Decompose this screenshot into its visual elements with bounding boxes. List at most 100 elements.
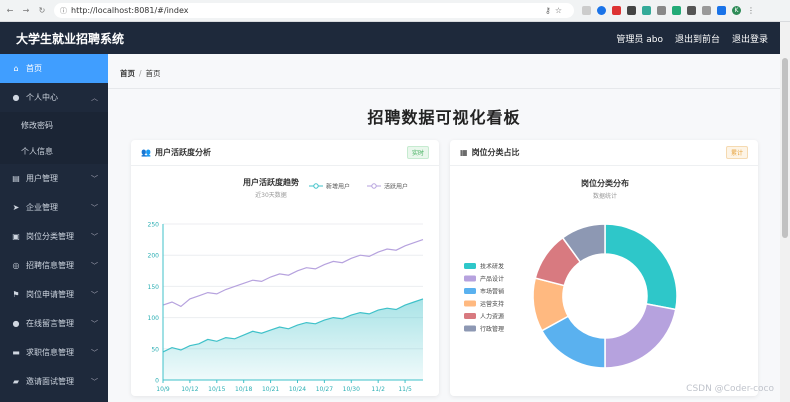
sidebar-subitem-personal-info[interactable]: 个人信息 <box>0 138 108 164</box>
card-title: 岗位分类占比 <box>471 148 520 157</box>
activity-line-chart: 用户活跃度趋势 近30天数据 新增用户 活跃用户 0 50 100 150 200 250 1… <box>148 177 424 393</box>
sidebar-item-label: 个人信息 <box>21 146 53 156</box>
breadcrumb-root[interactable]: 首页 <box>120 69 135 78</box>
chat-icon: ▰ <box>12 377 20 386</box>
activity-card: 👥 用户活跃度分析 实时 用户活跃度趋势 近30天数据 新增用户 活跃用户 0 50… <box>131 140 439 396</box>
extension-icon[interactable] <box>582 6 591 15</box>
breadcrumb-separator: / <box>139 69 142 78</box>
x-tick-label: 11/2 <box>371 386 385 393</box>
sidebar-item-application-mgmt[interactable]: ⚑ 岗位申请管理 ﹀ <box>0 280 108 309</box>
sidebar-item-interview-mgmt[interactable]: ▰ 邀请面试管理 ﹀ <box>0 367 108 396</box>
sidebar-item-home[interactable]: ⌂ 首页 <box>0 54 108 83</box>
x-tick-label: 11/5 <box>398 386 412 393</box>
x-tick-label: 10/12 <box>181 386 198 393</box>
back-icon[interactable]: ← <box>4 6 16 15</box>
sidebar-item-label: 企业管理 <box>26 203 58 212</box>
briefcase-icon: ▬ <box>12 348 20 357</box>
profile-avatar[interactable]: K <box>732 6 741 15</box>
area-fill-新增用户 <box>163 298 423 380</box>
chevron-down-icon: ﹀ <box>91 261 98 270</box>
card-header: ▦ 岗位分类占比 累计 <box>450 140 758 166</box>
send-icon: ➤ <box>12 203 20 212</box>
legend-label: 市场营销 <box>480 288 504 296</box>
chevron-down-icon: ﹀ <box>91 348 98 357</box>
legend-swatch <box>464 300 476 307</box>
forward-icon[interactable]: → <box>20 6 32 15</box>
donut-slice-产品设计 <box>604 302 677 369</box>
chevron-down-icon: ﹀ <box>91 290 98 299</box>
y-tick-label: 250 <box>148 222 160 229</box>
legend-label: 技术研发 <box>480 263 504 271</box>
extension-icon[interactable] <box>627 6 636 15</box>
users-icon: 👥 <box>141 148 151 157</box>
person-icon: ● <box>12 319 20 328</box>
browser-toolbar: ← → ↻ ⓘ http://localhost:8081/#/index ⚷☆… <box>0 0 790 22</box>
x-tick-label: 10/9 <box>156 386 170 393</box>
legend-marker <box>313 183 319 189</box>
page-scrollbar[interactable] <box>780 22 790 402</box>
sidebar-item-label: 个人中心 <box>26 93 58 102</box>
logout-link[interactable]: 退出登录 <box>732 32 768 45</box>
app-header: 大学生就业招聘系统 管理员 abo 退出到前台 退出登录 <box>0 22 780 54</box>
x-tick-label: 10/27 <box>316 386 333 393</box>
legend-label: 运营支持 <box>480 300 504 308</box>
extension-icon[interactable] <box>642 6 651 15</box>
sidebar-item-label: 岗位申请管理 <box>26 290 74 299</box>
sidebar-item-label: 岗位分类管理 <box>26 232 74 241</box>
sidebar-item-recruit-mgmt[interactable]: ◎ 招聘信息管理 ﹀ <box>0 251 108 280</box>
back-to-front-link[interactable]: 退出到前台 <box>675 32 720 45</box>
chevron-up-icon: ︿ <box>91 93 98 102</box>
scrollbar-thumb[interactable] <box>782 58 788 238</box>
main-content: 首页 / 首页 招聘数据可视化看板 👥 用户活跃度分析 实时 用户活跃度趋势 近30… <box>108 54 780 402</box>
globe-icon: ◎ <box>12 261 20 270</box>
sidebar-item-label: 首页 <box>26 64 42 73</box>
x-tick-label: 10/24 <box>289 386 306 393</box>
address-bar[interactable]: ⓘ http://localhost:8081/#/index ⚷☆ <box>54 3 574 18</box>
divider <box>108 88 780 89</box>
download-icon[interactable] <box>717 6 726 15</box>
extension-icon[interactable] <box>612 6 621 15</box>
puzzle-icon[interactable] <box>687 6 696 15</box>
bookmark-star-icon[interactable]: ⚷☆ <box>545 6 566 15</box>
sidebar-item-label: 求职信息管理 <box>26 348 74 357</box>
x-tick-label: 10/21 <box>262 386 279 393</box>
ticket-icon: ▣ <box>12 232 20 241</box>
breadcrumb-current: 首页 <box>145 69 161 78</box>
chevron-down-icon: ﹀ <box>91 203 98 212</box>
sidebar-item-label: 招聘信息管理 <box>26 261 74 270</box>
sidebar-item-jobseek-mgmt[interactable]: ▬ 求职信息管理 ﹀ <box>0 338 108 367</box>
sidebar-item-company-mgmt[interactable]: ➤ 企业管理 ﹀ <box>0 193 108 222</box>
sidebar-item-user-mgmt[interactable]: ▤ 用户管理 ﹀ <box>0 164 108 193</box>
extension-icon[interactable] <box>657 6 666 15</box>
url-text: http://localhost:8081/#/index <box>71 6 189 15</box>
reload-icon[interactable]: ↻ <box>36 6 48 15</box>
y-tick-label: 0 <box>155 378 159 385</box>
legend-label: 新增用户 <box>326 183 350 191</box>
x-tick-label: 10/30 <box>343 386 360 393</box>
legend-swatch <box>464 275 476 282</box>
sidebar-item-message-mgmt[interactable]: ● 在线留言管理 ﹀ <box>0 309 108 338</box>
sidebar: ⌂ 首页 ● 个人中心 ︿ 修改密码 个人信息 ▤ 用户管理 ﹀ ➤ 企业管理 … <box>0 54 108 402</box>
y-tick-label: 150 <box>148 284 160 291</box>
status-badge: 实时 <box>406 146 429 159</box>
legend-swatch <box>464 325 476 332</box>
legend-swatch <box>464 263 476 269</box>
sidebar-subitem-change-password[interactable]: 修改密码 <box>0 112 108 138</box>
chart-subtitle: 数据统计 <box>593 192 617 200</box>
breadcrumb: 首页 / 首页 <box>120 68 161 79</box>
chart-subtitle: 近30天数据 <box>255 191 287 199</box>
sidebar-item-personal-center[interactable]: ● 个人中心 ︿ <box>0 83 108 112</box>
menu-icon[interactable]: ⋮ <box>747 6 755 15</box>
extension-icon[interactable] <box>597 6 606 15</box>
sidepanel-icon[interactable] <box>702 6 711 15</box>
site-info-icon[interactable]: ⓘ <box>60 6 67 16</box>
sidebar-item-label: 用户管理 <box>26 174 58 183</box>
extension-icon[interactable] <box>672 6 681 15</box>
donut-slice-技术研发 <box>604 223 678 311</box>
category-card: ▦ 岗位分类占比 累计 岗位分类分布 数据统计 技术研发 产品设计 市场营销 运营支持… <box>450 140 758 396</box>
watermark: CSDN @Coder-coco <box>686 384 774 394</box>
chart-title: 用户活跃度趋势 <box>242 177 299 187</box>
chevron-down-icon: ﹀ <box>91 319 98 328</box>
sidebar-item-category-mgmt[interactable]: ▣ 岗位分类管理 ﹀ <box>0 222 108 251</box>
chevron-down-icon: ﹀ <box>91 377 98 386</box>
